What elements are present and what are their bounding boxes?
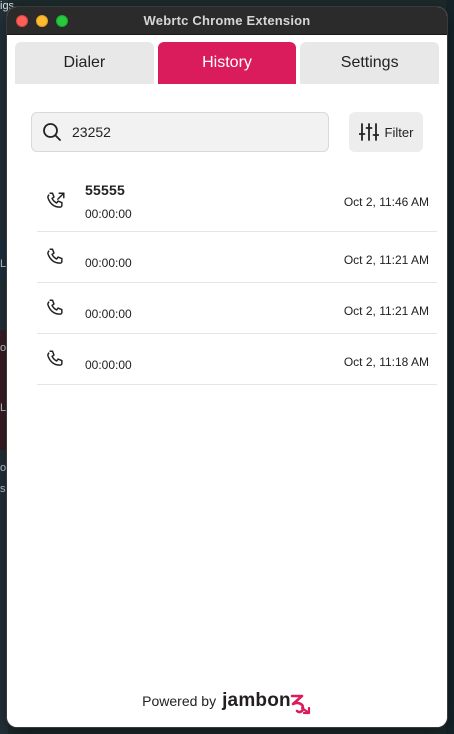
maximize-window-button[interactable] bbox=[56, 14, 68, 27]
tab-history[interactable]: History bbox=[157, 42, 297, 84]
search-row: Filter bbox=[7, 84, 447, 152]
call-timestamp: Oct 2, 11:21 AM bbox=[343, 304, 429, 318]
tab-bar: Dialer History Settings bbox=[7, 35, 447, 84]
phone-icon bbox=[47, 248, 63, 264]
powered-by-label: Powered by bbox=[142, 693, 217, 709]
sliders-icon bbox=[358, 123, 379, 141]
search-box[interactable] bbox=[31, 112, 329, 152]
jambonz-logo: jambon bbox=[222, 687, 312, 715]
tab-settings[interactable]: Settings bbox=[300, 42, 440, 84]
filter-button[interactable]: Filter bbox=[349, 112, 423, 152]
call-timestamp: Oct 2, 11:21 AM bbox=[343, 253, 429, 267]
tab-dialer[interactable]: Dialer bbox=[15, 42, 154, 84]
history-entry-details: 55555 00:00:00 bbox=[85, 182, 132, 221]
history-row[interactable]: 00:00:00 Oct 2, 11:18 AM bbox=[37, 334, 437, 385]
brand-name: jambon bbox=[222, 690, 291, 711]
jambonz-z-mark-icon bbox=[290, 694, 310, 715]
call-history-list: 55555 00:00:00 Oct 2, 11:46 AM 00:00:00 … bbox=[37, 171, 437, 385]
call-duration: 00:00:00 bbox=[85, 206, 132, 221]
call-number: 55555 bbox=[85, 181, 125, 198]
history-entry-details: 00:00:00 bbox=[85, 256, 132, 270]
footer: Powered by jambon bbox=[7, 687, 447, 715]
history-entry-details: 00:00:00 bbox=[85, 307, 132, 321]
minimize-window-button[interactable] bbox=[36, 14, 48, 27]
history-row[interactable]: 00:00:00 Oct 2, 11:21 AM bbox=[37, 283, 437, 334]
call-duration: 00:00:00 bbox=[85, 307, 132, 321]
history-entry-details: 00:00:00 bbox=[85, 358, 132, 372]
call-duration: 00:00:00 bbox=[85, 358, 132, 372]
window-title: Webrtc Chrome Extension bbox=[143, 13, 311, 28]
desktop-background bbox=[446, 0, 454, 734]
call-timestamp: Oct 2, 11:46 AM bbox=[343, 195, 429, 209]
extension-window: Webrtc Chrome Extension Dialer History S… bbox=[7, 7, 447, 727]
window-controls bbox=[7, 14, 68, 27]
phone-icon bbox=[47, 350, 63, 366]
history-row[interactable]: 55555 00:00:00 Oct 2, 11:46 AM bbox=[37, 171, 437, 232]
call-timestamp: Oct 2, 11:18 AM bbox=[343, 355, 429, 369]
extension-content: Dialer History Settings 23252 Filter 555… bbox=[7, 35, 447, 727]
search-icon bbox=[43, 123, 61, 141]
search-input[interactable] bbox=[72, 124, 292, 140]
phone-icon bbox=[47, 299, 63, 315]
history-row[interactable]: 00:00:00 Oct 2, 11:21 AM bbox=[37, 232, 437, 283]
call-duration: 00:00:00 bbox=[85, 256, 132, 270]
close-window-button[interactable] bbox=[16, 14, 28, 27]
filter-button-label: Filter bbox=[384, 124, 414, 140]
outgoing-call-icon bbox=[47, 192, 65, 208]
title-bar[interactable]: Webrtc Chrome Extension bbox=[7, 7, 447, 35]
